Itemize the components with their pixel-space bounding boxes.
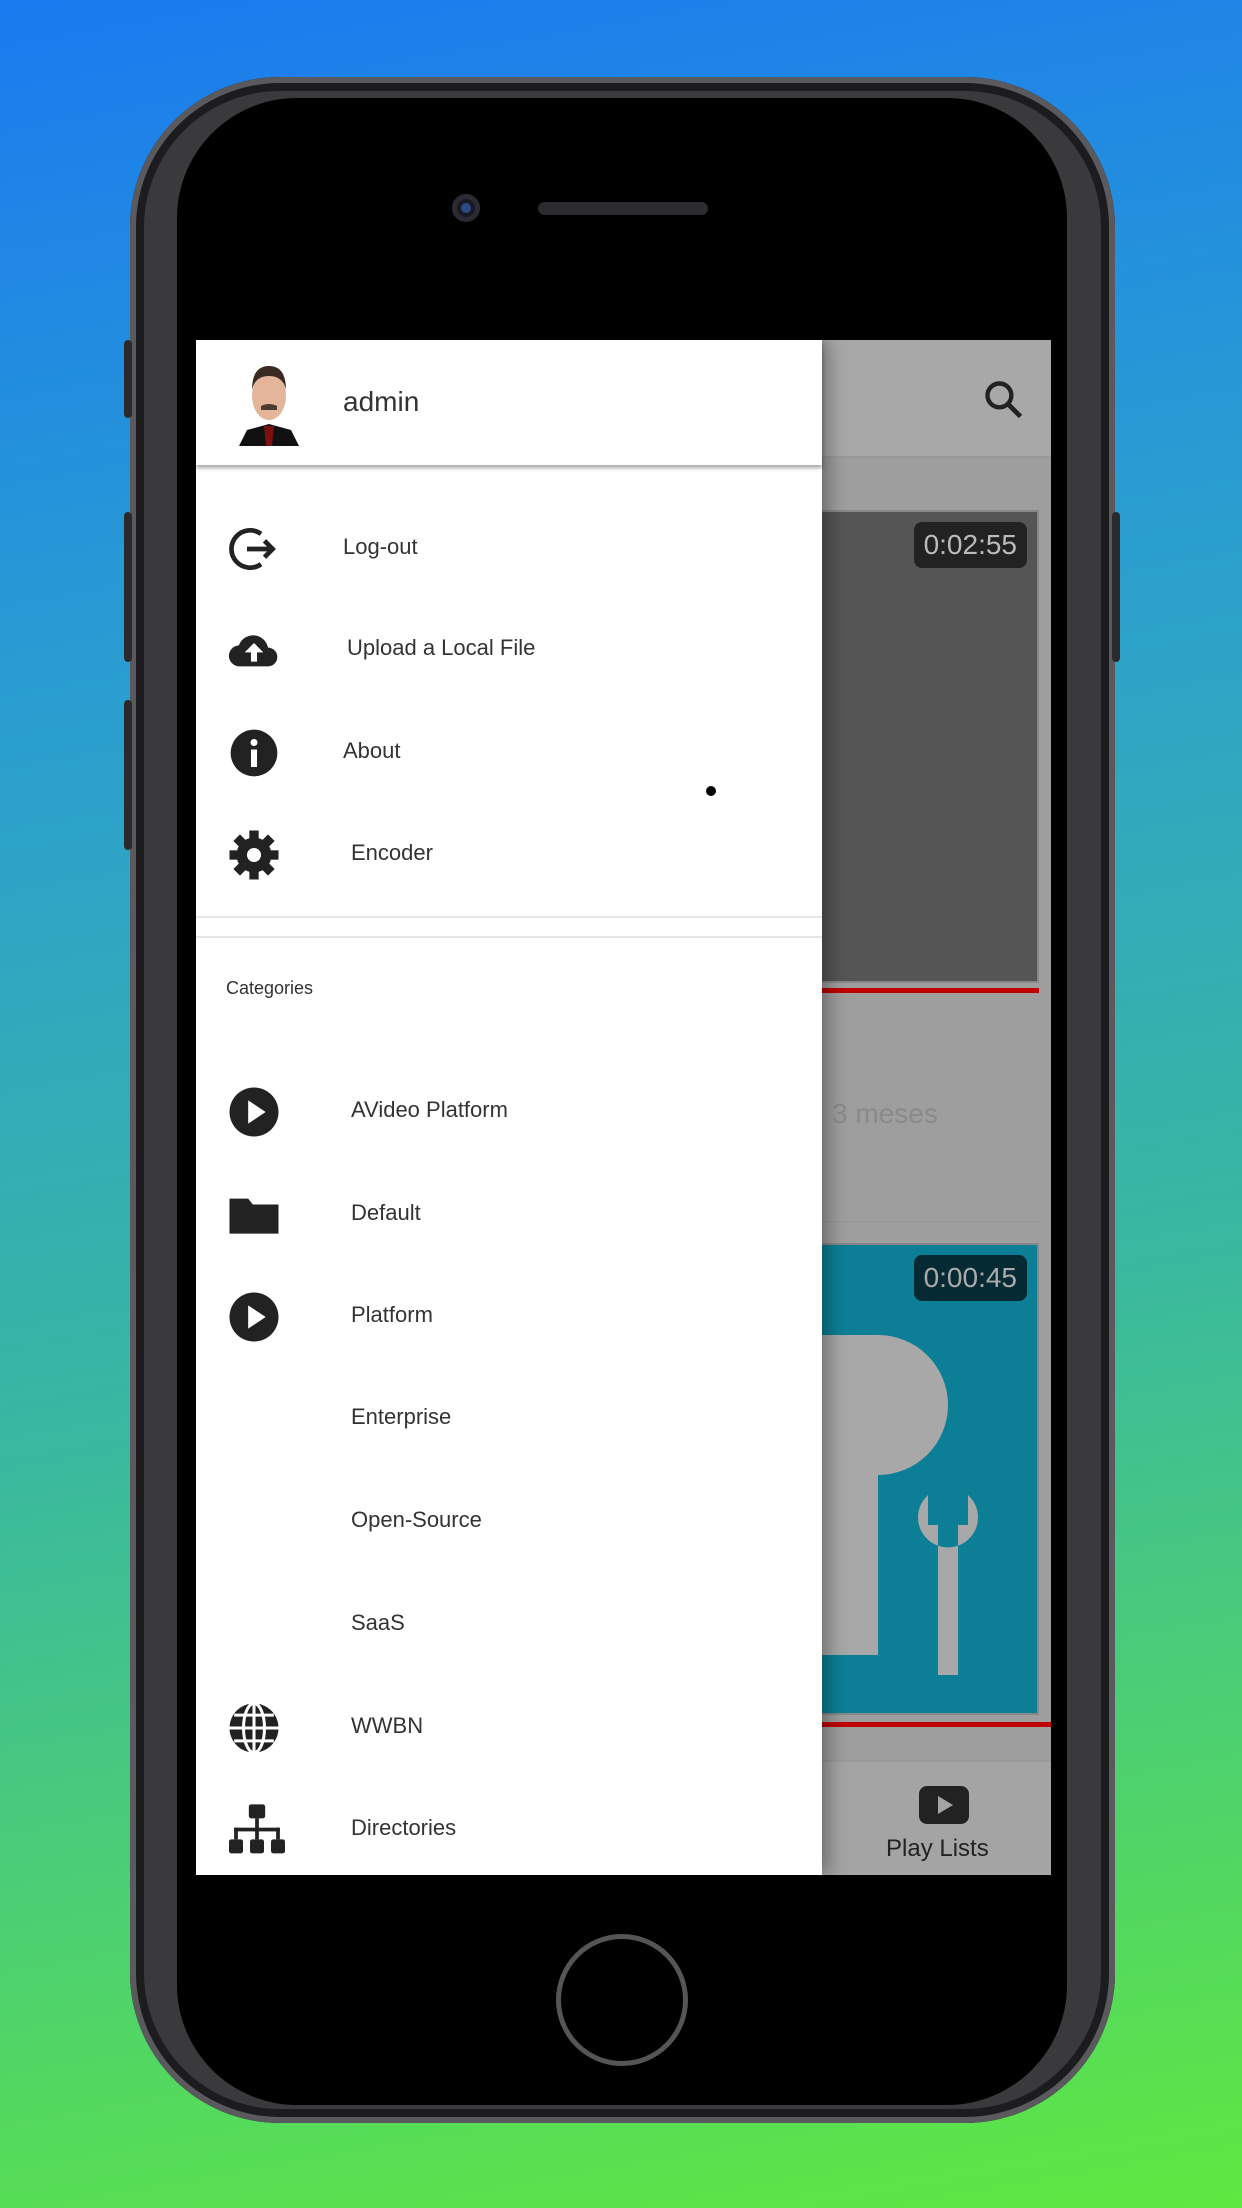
wrench-icon	[818, 1335, 978, 1675]
info-icon	[230, 729, 278, 777]
front-camera	[452, 194, 480, 222]
category-platform[interactable]: Platform	[196, 1272, 822, 1362]
play-circle-icon	[229, 1087, 279, 1137]
logout-icon	[229, 528, 276, 570]
mute-switch	[124, 340, 132, 418]
nav-playlists[interactable]: Play Lists	[886, 1835, 989, 1863]
category-wwbn[interactable]: WWBN	[196, 1683, 822, 1773]
play-circle-icon	[229, 1292, 279, 1342]
menu-item-label: Upload a Local File	[347, 635, 536, 660]
duration-badge: 0:00:45	[913, 1255, 1027, 1301]
menu-item-label: About	[343, 738, 401, 763]
globe-icon	[229, 1701, 279, 1755]
category-default[interactable]: Default	[196, 1170, 822, 1260]
duration-badge: 0:02:55	[913, 522, 1027, 568]
cloud-upload-icon	[228, 635, 278, 667]
gear-icon	[229, 830, 279, 880]
navigation-drawer: admin Log-out Upload a Local File About …	[196, 340, 822, 1875]
menu-item-about[interactable]: About	[196, 708, 822, 798]
touch-indicator	[706, 786, 716, 796]
app-screen: 0:02:55 3 meses 0:00:45 Play Lists admin…	[196, 340, 1051, 1875]
divider	[196, 916, 822, 918]
home-button[interactable]	[556, 1934, 688, 2066]
sitemap-icon	[229, 1804, 285, 1854]
volume-up-button	[124, 512, 132, 662]
menu-item-upload[interactable]: Upload a Local File	[196, 605, 822, 695]
category-open-source[interactable]: Open-Source	[196, 1477, 822, 1567]
menu-item-logout[interactable]: Log-out	[196, 504, 822, 594]
categories-heading: Categories	[226, 978, 314, 998]
category-saas[interactable]: SaaS	[196, 1580, 822, 1670]
category-label: Enterprise	[351, 1404, 452, 1429]
username: admin	[343, 386, 420, 417]
category-label: AVideo Platform	[351, 1097, 508, 1122]
playlist-icon[interactable]	[919, 1786, 969, 1824]
category-label: Default	[351, 1200, 421, 1225]
folder-icon	[229, 1198, 279, 1234]
menu-item-encoder[interactable]: Encoder	[196, 810, 822, 900]
category-label: Open-Source	[351, 1507, 482, 1532]
search-icon[interactable]	[982, 378, 1026, 422]
category-label: Platform	[351, 1302, 433, 1327]
volume-down-button	[124, 700, 132, 850]
category-label: Directories	[351, 1815, 457, 1840]
divider	[796, 1221, 1041, 1223]
earpiece-speaker	[538, 202, 708, 215]
category-label: SaaS	[351, 1610, 405, 1635]
category-avideo-platform[interactable]: AVideo Platform	[196, 1067, 822, 1157]
menu-item-label: Encoder	[351, 840, 433, 865]
category-enterprise[interactable]: Enterprise	[196, 1374, 822, 1464]
video-age: 3 meses	[832, 1098, 938, 1129]
avatar[interactable]	[234, 360, 304, 446]
category-label: WWBN	[351, 1713, 424, 1738]
divider	[196, 936, 822, 938]
category-directories[interactable]: Directories	[196, 1785, 822, 1875]
power-button	[1112, 512, 1120, 662]
menu-item-label: Log-out	[343, 534, 418, 559]
drawer-header: admin	[196, 340, 822, 465]
